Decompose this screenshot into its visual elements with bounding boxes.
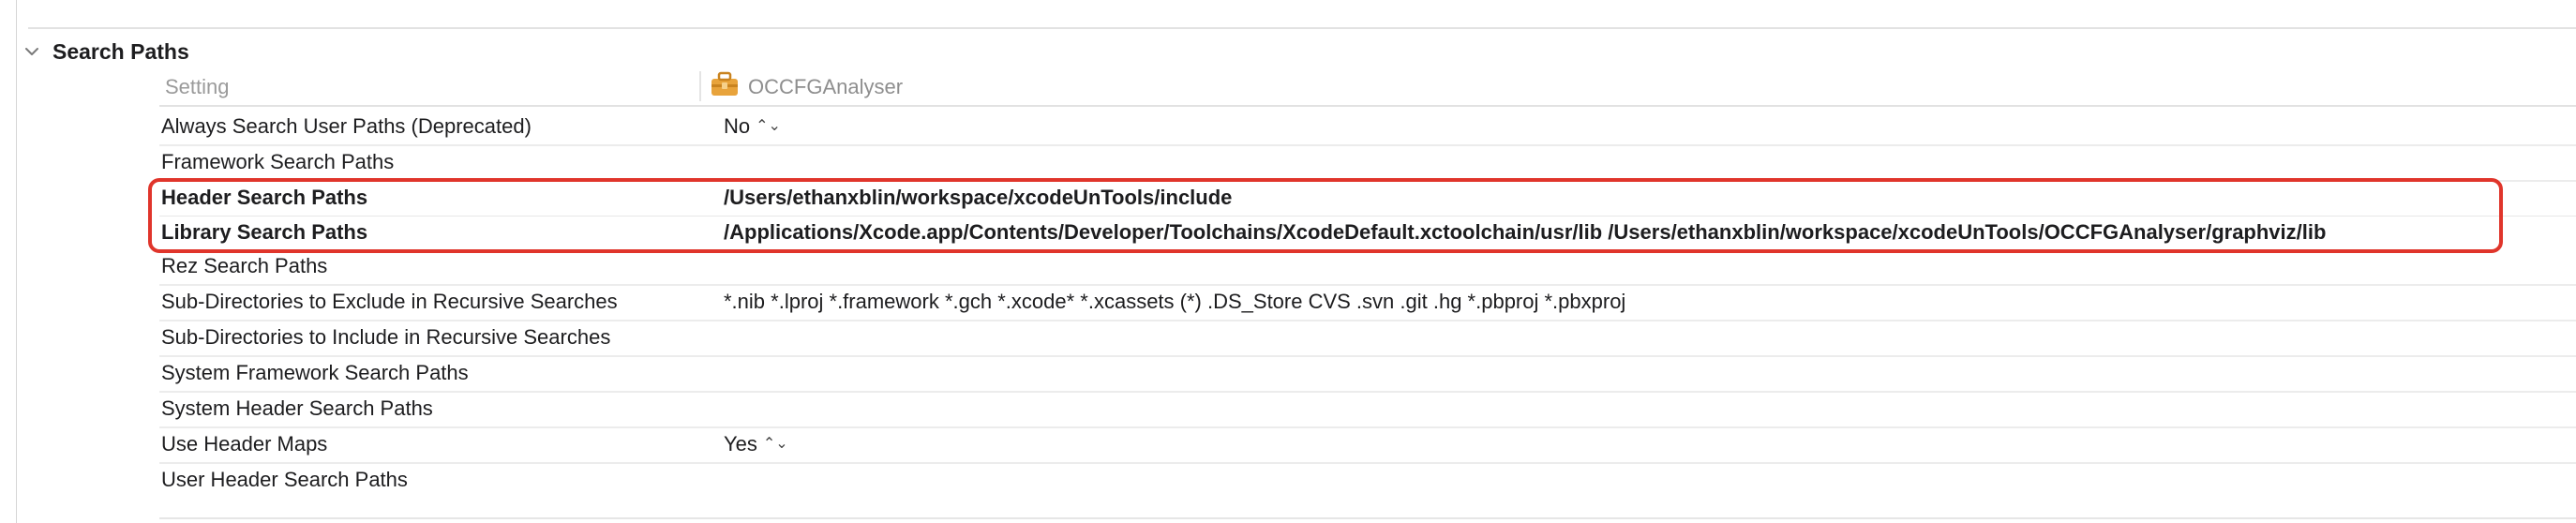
column-target[interactable]: OCCFGAnalyser bbox=[711, 71, 903, 102]
highlight-annotation-box bbox=[148, 178, 2503, 253]
top-divider bbox=[28, 27, 2576, 29]
setting-name: Framework Search Paths bbox=[161, 150, 395, 173]
column-header: Setting OCCFGAnalyser bbox=[159, 69, 2576, 107]
popup-stepper-icon: ⌃⌄ bbox=[756, 118, 781, 134]
setting-row-framework-search-paths[interactable]: Framework Search Paths bbox=[159, 146, 2576, 182]
setting-name: Rez Search Paths bbox=[161, 254, 328, 277]
bottom-divider bbox=[159, 517, 2576, 519]
setting-name: Sub-Directories to Include in Recursive … bbox=[161, 325, 611, 349]
setting-name: Use Header Maps bbox=[161, 432, 328, 456]
setting-value[interactable]: *.nib *.lproj *.framework *.gch *.xcode*… bbox=[724, 290, 1625, 314]
setting-row-system-framework-search-paths[interactable]: System Framework Search Paths bbox=[159, 357, 2576, 393]
setting-row-use-header-maps[interactable]: Use Header Maps Yes ⌃⌄ bbox=[159, 428, 2576, 464]
setting-row-always-search-user-paths[interactable]: Always Search User Paths (Deprecated) No… bbox=[159, 111, 2576, 146]
column-setting-label: Setting bbox=[165, 75, 230, 98]
setting-value: Yes bbox=[724, 432, 757, 456]
setting-value-popup[interactable]: No ⌃⌄ bbox=[724, 114, 781, 139]
column-divider bbox=[699, 71, 701, 101]
settings-rows: Always Search User Paths (Deprecated) No… bbox=[159, 111, 2576, 498]
setting-name: System Framework Search Paths bbox=[161, 361, 469, 384]
setting-row-system-header-search-paths[interactable]: System Header Search Paths bbox=[159, 393, 2576, 428]
toolbox-icon bbox=[711, 71, 739, 102]
section-title: Search Paths bbox=[52, 38, 189, 64]
setting-row-subdirs-exclude[interactable]: Sub-Directories to Exclude in Recursive … bbox=[159, 286, 2576, 321]
section-header-search-paths[interactable]: Search Paths bbox=[24, 37, 189, 66]
setting-row-rez-search-paths[interactable]: Rez Search Paths bbox=[159, 250, 2576, 286]
setting-name: System Header Search Paths bbox=[161, 396, 433, 420]
build-settings-panel: Search Paths Setting OCCFGAnalyser Alway… bbox=[0, 0, 2576, 523]
setting-row-user-header-search-paths[interactable]: User Header Search Paths bbox=[159, 464, 2576, 498]
setting-value-popup[interactable]: Yes ⌃⌄ bbox=[724, 432, 788, 456]
setting-name: User Header Search Paths bbox=[161, 468, 408, 491]
setting-name: Always Search User Paths (Deprecated) bbox=[161, 114, 532, 138]
target-name: OCCFGAnalyser bbox=[748, 74, 904, 98]
popup-stepper-icon: ⌃⌄ bbox=[762, 436, 788, 452]
left-divider bbox=[16, 0, 17, 523]
setting-row-subdirs-include[interactable]: Sub-Directories to Include in Recursive … bbox=[159, 321, 2576, 357]
setting-value: No bbox=[724, 114, 751, 138]
setting-name: Sub-Directories to Exclude in Recursive … bbox=[161, 290, 618, 313]
chevron-down-icon[interactable] bbox=[24, 44, 39, 59]
